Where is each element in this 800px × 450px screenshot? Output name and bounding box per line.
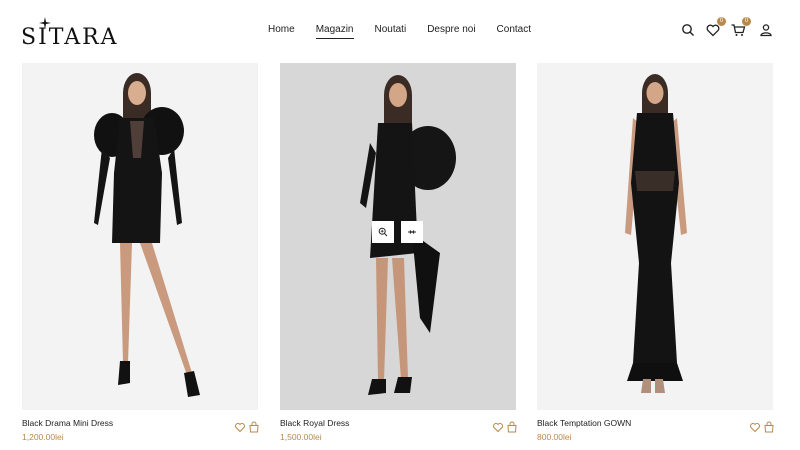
- product-grid: Black Drama Mini Dress 1,200.00lei Black…: [22, 63, 774, 450]
- compare-button[interactable]: [401, 221, 423, 243]
- heart-icon[interactable]: [749, 421, 761, 433]
- heart-icon[interactable]: [234, 421, 246, 433]
- product-title[interactable]: Black Royal Dress: [280, 418, 349, 428]
- search-icon[interactable]: [680, 22, 696, 38]
- product-image[interactable]: [280, 63, 516, 410]
- nav-magazin[interactable]: Magazin: [315, 24, 354, 39]
- wishlist-button[interactable]: 0: [705, 17, 726, 38]
- user-icon[interactable]: [758, 22, 774, 38]
- model-photo: [360, 75, 456, 395]
- model-photo: [625, 74, 687, 393]
- cart-count-badge: 0: [742, 17, 751, 26]
- product-price: 1,200.00lei: [22, 432, 64, 442]
- product-card[interactable]: Black Drama Mini Dress 1,200.00lei: [22, 63, 260, 450]
- wishlist-count-badge: 0: [717, 17, 726, 26]
- product-image[interactable]: [22, 63, 258, 410]
- compare-icon: [408, 230, 416, 234]
- nav-home[interactable]: Home: [268, 24, 295, 38]
- product-image[interactable]: [537, 63, 773, 410]
- model-photo: [94, 73, 200, 397]
- bag-icon[interactable]: [248, 421, 260, 433]
- heart-icon[interactable]: [492, 421, 504, 433]
- product-title[interactable]: Black Temptation GOWN: [537, 418, 631, 428]
- cart-button[interactable]: 0: [730, 17, 751, 38]
- bag-icon[interactable]: [506, 421, 518, 433]
- brand-name: SITARA: [21, 25, 119, 50]
- nav-noutati[interactable]: Noutati: [375, 24, 407, 38]
- product-card[interactable]: Black Temptation GOWN 800.00lei: [537, 63, 775, 450]
- nav-contact[interactable]: Contact: [497, 24, 531, 38]
- product-price: 800.00lei: [537, 432, 572, 442]
- product-card[interactable]: Black Royal Dress 1,500.00lei: [280, 63, 518, 450]
- product-title[interactable]: Black Drama Mini Dress: [22, 418, 113, 428]
- nav-despre-noi[interactable]: Despre noi: [427, 24, 475, 38]
- site-header: SITARA Home Magazin Noutati Despre noi C…: [0, 0, 800, 60]
- header-actions: 0 0: [680, 17, 780, 42]
- main-nav: Home Magazin Noutati Despre noi Contact: [268, 24, 552, 39]
- brand-logo[interactable]: SITARA: [21, 17, 131, 50]
- bag-icon[interactable]: [763, 421, 775, 433]
- zoom-icon: [378, 227, 388, 237]
- product-price: 1,500.00lei: [280, 432, 322, 442]
- quick-view-button[interactable]: [372, 221, 394, 243]
